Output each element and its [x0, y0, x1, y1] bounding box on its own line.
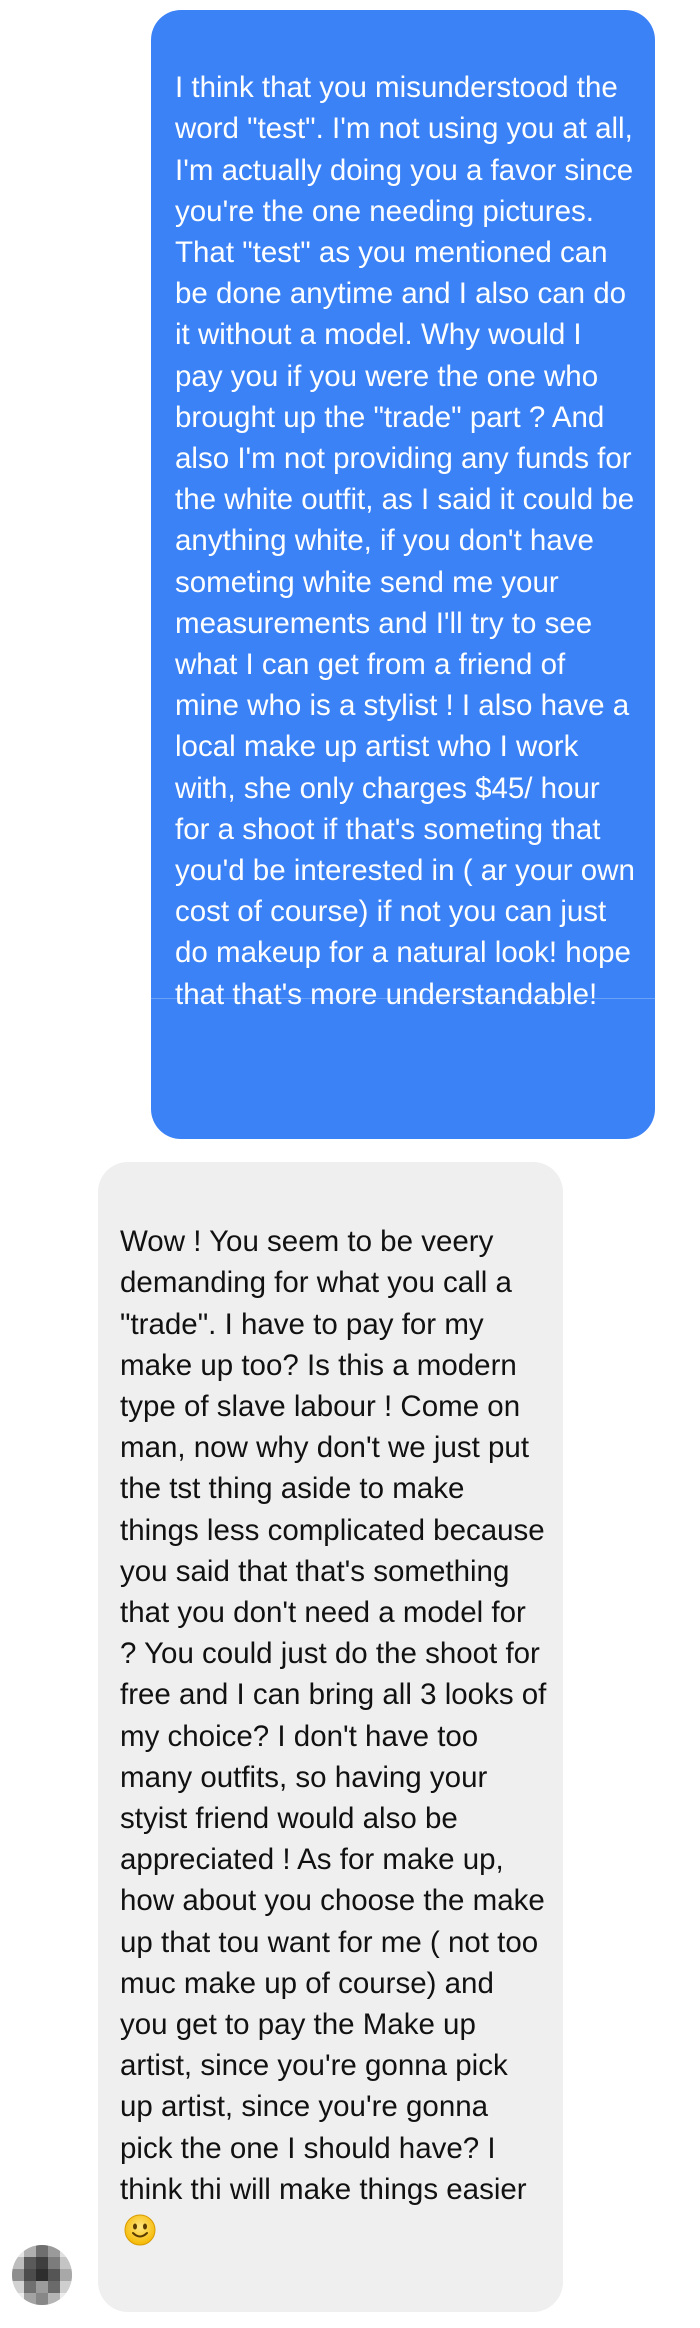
- sender-avatar[interactable]: [12, 2245, 72, 2305]
- incoming-message-bubble[interactable]: Wow ! You seem to be veery demanding for…: [98, 1162, 563, 2312]
- message-thread: I think that you misunderstood the word …: [0, 0, 700, 2328]
- outgoing-message-text: I think that you misunderstood the word …: [175, 71, 635, 1011]
- slightly-smiling-face-icon: [124, 2214, 156, 2246]
- outgoing-message-bubble[interactable]: I think that you misunderstood the word …: [151, 10, 655, 1139]
- incoming-message-text: Wow ! You seem to be veery demanding for…: [120, 1225, 547, 2206]
- screenshot-stitch-divider: [151, 998, 655, 999]
